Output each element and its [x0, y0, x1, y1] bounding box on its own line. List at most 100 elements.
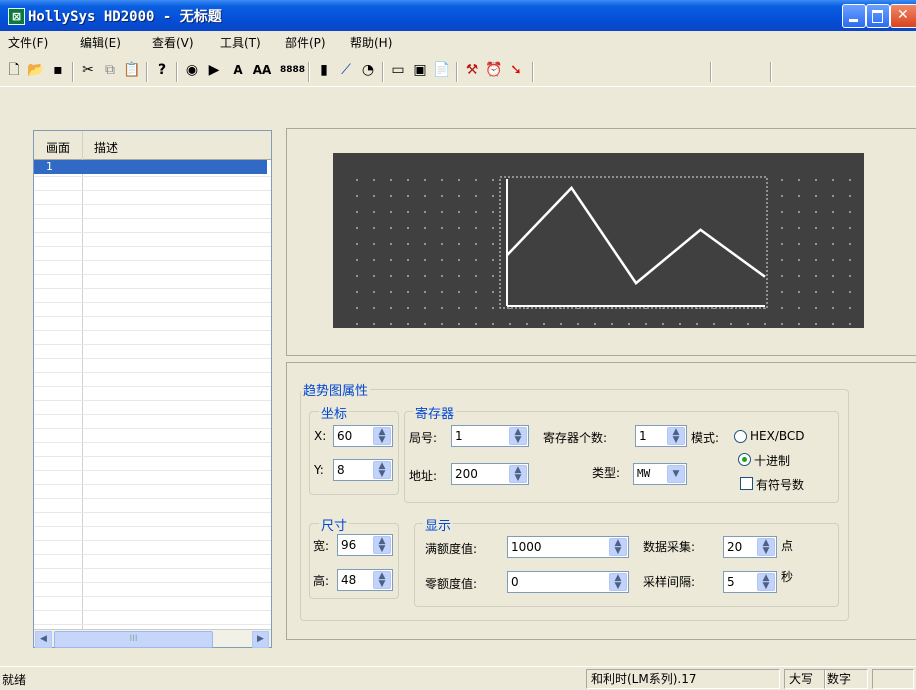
- grid-dot: [849, 307, 851, 309]
- minimize-button[interactable]: [842, 4, 866, 28]
- copy-icon[interactable]: ⧉: [100, 60, 120, 80]
- menu-view[interactable]: 查看(V): [152, 34, 194, 51]
- zero-scale-spinbox[interactable]: 0 ▲▼: [507, 571, 629, 593]
- column-header-description[interactable]: 描述: [94, 139, 118, 156]
- grid-dot: [798, 259, 800, 261]
- type-select[interactable]: MW ▼: [633, 463, 687, 485]
- grid-dot: [832, 211, 834, 213]
- grid-dot: [798, 243, 800, 245]
- grid-dot: [475, 179, 477, 181]
- trend-chart[interactable]: [333, 153, 864, 328]
- trend-chart-icon[interactable]: ⟋: [336, 60, 356, 80]
- tools-icon[interactable]: ⚒: [462, 60, 482, 80]
- grid-dot: [424, 195, 426, 197]
- bar-graph-icon[interactable]: ▮: [314, 60, 334, 80]
- menu-parts[interactable]: 部件(P): [285, 34, 326, 51]
- grid-dot: [458, 291, 460, 293]
- mode-decimal-radio[interactable]: [738, 453, 751, 466]
- spin-icon[interactable]: ▲▼: [509, 427, 527, 445]
- grid-dot: [781, 307, 783, 309]
- numeric-display-icon[interactable]: 8888: [280, 60, 304, 80]
- width-spinbox[interactable]: 96 ▲▼: [337, 534, 393, 556]
- y-spinbox[interactable]: 8 ▲▼: [333, 459, 393, 481]
- grid-dot: [373, 211, 375, 213]
- new-file-icon[interactable]: 🗋: [4, 60, 24, 80]
- grid-dot: [509, 323, 511, 325]
- spin-icon[interactable]: ▲▼: [757, 573, 775, 591]
- cut-icon[interactable]: ✂: [78, 60, 98, 80]
- spin-icon[interactable]: ▲▼: [757, 538, 775, 556]
- clipboard-icon[interactable]: 📄: [432, 60, 452, 80]
- grid-dot: [390, 259, 392, 261]
- text-a-icon[interactable]: A: [228, 60, 248, 80]
- grid-dot: [475, 195, 477, 197]
- trend-canvas[interactable]: [333, 153, 864, 328]
- chevron-down-icon[interactable]: ▼: [667, 465, 685, 483]
- paste-icon[interactable]: 📋: [122, 60, 142, 80]
- sample-interval-value: 5: [727, 575, 735, 589]
- list-item[interactable]: 1: [34, 160, 267, 174]
- station-spinbox[interactable]: 1 ▲▼: [451, 425, 529, 447]
- save-icon[interactable]: ▪: [48, 60, 68, 80]
- grid-dot: [458, 275, 460, 277]
- menu-edit[interactable]: 编辑(E): [80, 34, 121, 51]
- help-icon[interactable]: ?: [152, 60, 172, 80]
- grid-dot: [475, 227, 477, 229]
- spin-icon[interactable]: ▲▼: [373, 571, 391, 589]
- data-collect-label: 数据采集:: [643, 538, 695, 555]
- spin-icon[interactable]: ▲▼: [667, 427, 685, 445]
- grid-dot: [458, 195, 460, 197]
- x-value: 60: [337, 429, 352, 443]
- grid-dot: [424, 275, 426, 277]
- points-unit: 点: [781, 537, 793, 554]
- spin-icon[interactable]: ▲▼: [609, 538, 627, 556]
- toolbar: 🗋 📂 ▪ ✂ ⧉ 📋 ? ◉ ▶ A AA 8888 ▮ ⟋ ◔ ▭ ▣ 📄 …: [0, 52, 916, 87]
- spin-icon[interactable]: ▲▼: [373, 427, 391, 445]
- horizontal-scrollbar[interactable]: ◀ III ▶: [34, 629, 271, 647]
- close-button[interactable]: [890, 4, 916, 28]
- text-aa-icon[interactable]: AA: [250, 60, 274, 80]
- x-spinbox[interactable]: 60 ▲▼: [333, 425, 393, 447]
- arrow-icon[interactable]: ➘: [506, 60, 526, 80]
- sample-interval-spinbox[interactable]: 5 ▲▼: [723, 571, 777, 593]
- sample-interval-label: 采样间隔:: [643, 573, 695, 590]
- window-title: HollySys HD2000 - 无标题: [28, 6, 222, 26]
- scroll-left-icon[interactable]: ◀: [35, 631, 52, 648]
- signed-checkbox[interactable]: [740, 477, 753, 490]
- data-collect-spinbox[interactable]: 20 ▲▼: [723, 536, 777, 558]
- target-icon[interactable]: ◉: [182, 60, 202, 80]
- menu-tools[interactable]: 工具(T): [220, 34, 261, 51]
- scroll-thumb[interactable]: III: [54, 631, 213, 648]
- spin-icon[interactable]: ▲▼: [373, 536, 391, 554]
- menu-file[interactable]: 文件(F): [8, 34, 48, 51]
- spin-icon[interactable]: ▲▼: [509, 465, 527, 483]
- address-value: 200: [455, 467, 478, 481]
- spin-icon[interactable]: ▲▼: [609, 573, 627, 591]
- screen-list[interactable]: 画面 描述 1 ◀ III ▶: [33, 130, 272, 648]
- play-icon[interactable]: ▶: [204, 60, 224, 80]
- column-header-screen[interactable]: 画面: [46, 139, 70, 156]
- station-value: 1: [455, 429, 463, 443]
- alarm-clock-icon[interactable]: ⏰: [484, 60, 504, 80]
- grid-dot: [441, 275, 443, 277]
- grid-dot: [475, 307, 477, 309]
- scroll-right-icon[interactable]: ▶: [252, 631, 269, 648]
- grid-dot: [832, 179, 834, 181]
- address-spinbox[interactable]: 200 ▲▼: [451, 463, 529, 485]
- grid-dot: [713, 323, 715, 325]
- signed-label: 有符号数: [756, 476, 804, 493]
- spin-icon[interactable]: ▲▼: [373, 461, 391, 479]
- window-icon[interactable]: ▣: [410, 60, 430, 80]
- full-scale-spinbox[interactable]: 1000 ▲▼: [507, 536, 629, 558]
- grid-dot: [798, 227, 800, 229]
- mode-hex-radio[interactable]: [734, 430, 747, 443]
- menu-help[interactable]: 帮助(H): [350, 34, 392, 51]
- rectangle-icon[interactable]: ▭: [388, 60, 408, 80]
- open-folder-icon[interactable]: 📂: [26, 60, 46, 80]
- grid-dot: [815, 243, 817, 245]
- maximize-button[interactable]: [866, 4, 890, 28]
- pie-chart-icon[interactable]: ◔: [358, 60, 378, 80]
- height-spinbox[interactable]: 48 ▲▼: [337, 569, 393, 591]
- count-spinbox[interactable]: 1 ▲▼: [635, 425, 687, 447]
- grid-dot: [849, 211, 851, 213]
